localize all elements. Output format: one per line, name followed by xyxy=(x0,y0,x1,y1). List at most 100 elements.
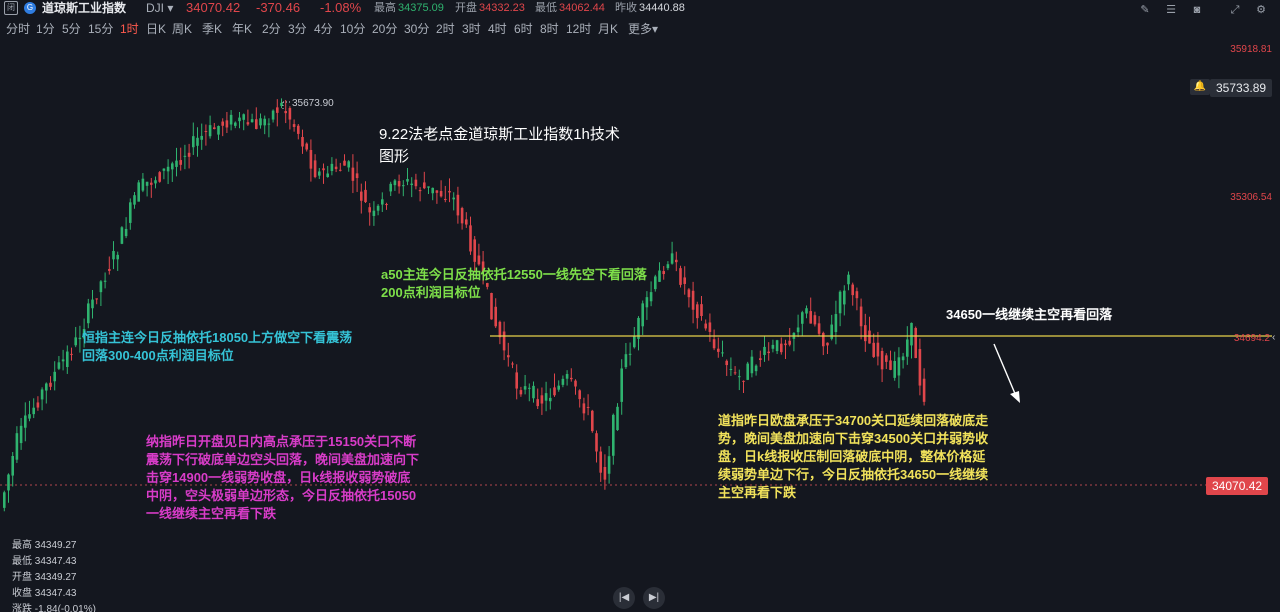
candle-body xyxy=(351,167,355,181)
timeframe-2[interactable]: 5分 xyxy=(62,20,81,38)
candle-body xyxy=(246,122,250,125)
candle-body xyxy=(271,110,275,120)
candle-body xyxy=(784,343,787,346)
candle-body xyxy=(691,290,695,310)
price-axis-top: 35918.81 xyxy=(1230,44,1272,55)
candle-body xyxy=(74,337,77,346)
candle-body xyxy=(418,189,422,192)
candle-body xyxy=(263,118,266,126)
timeframe-8[interactable]: 年K xyxy=(232,20,252,38)
candle-body xyxy=(502,331,506,351)
expand-icon[interactable]: ⤢ xyxy=(1226,2,1244,18)
candle-body xyxy=(712,339,716,349)
window-icon[interactable]: 闭 xyxy=(4,1,18,15)
timeframe-3[interactable]: 15分 xyxy=(88,20,113,38)
candle-body xyxy=(313,160,317,178)
candle-body xyxy=(360,191,363,201)
candle-body xyxy=(213,127,216,130)
timeframe-20[interactable]: 12时 xyxy=(566,20,591,38)
scroll-left-button[interactable]: |◀ xyxy=(613,587,635,609)
symbol-code: DJI xyxy=(146,1,164,15)
timeframe-4[interactable]: 1时 xyxy=(120,20,139,38)
candle-body xyxy=(364,189,367,203)
candle-body xyxy=(893,360,896,378)
axis-caret: ‹ xyxy=(1272,332,1275,343)
timeframe-9[interactable]: 2分 xyxy=(262,20,281,38)
candle-body xyxy=(53,371,56,382)
timeframe-5[interactable]: 日K xyxy=(146,20,166,38)
candle-body xyxy=(662,271,665,275)
timeframe-15[interactable]: 2时 xyxy=(436,20,455,38)
candle-body xyxy=(544,393,548,401)
timeframe-19[interactable]: 8时 xyxy=(540,20,559,38)
timeframe-21[interactable]: 月K xyxy=(598,20,618,38)
settings-icon[interactable]: ⚙ xyxy=(1252,2,1270,18)
timeframe-12[interactable]: 10分 xyxy=(340,20,365,38)
timeframe-22[interactable]: 更多▾ xyxy=(628,20,658,38)
candle-body xyxy=(754,365,758,372)
timeframe-11[interactable]: 4分 xyxy=(314,20,333,38)
candle-body xyxy=(801,312,804,324)
timeframe-13[interactable]: 20分 xyxy=(372,20,397,38)
timeframe-10[interactable]: 3分 xyxy=(288,20,307,38)
candle-body xyxy=(771,344,775,349)
quote-header: 闭 G 道琼斯工业指数 DJI ▾ 34070.42 -370.46 -1.08… xyxy=(0,0,1280,16)
candle-body xyxy=(460,208,464,224)
candle-body xyxy=(66,351,69,368)
scroll-right-button[interactable]: ▶| xyxy=(643,587,665,609)
candle-body xyxy=(158,172,161,182)
layers-icon[interactable]: ☰ xyxy=(1162,2,1180,18)
camera-icon[interactable]: ◙ xyxy=(1188,2,1206,18)
candle-body xyxy=(607,456,611,474)
candle-body xyxy=(137,182,140,202)
candle-body xyxy=(687,289,691,298)
timeframe-16[interactable]: 3时 xyxy=(462,20,481,38)
candle-body xyxy=(7,474,10,491)
timeframe-1[interactable]: 1分 xyxy=(36,20,55,38)
alert-price-label[interactable]: 35733.89 xyxy=(1210,79,1273,97)
candle-body xyxy=(494,306,497,327)
candle-body xyxy=(427,186,430,188)
candle-body xyxy=(385,204,388,206)
candle-body xyxy=(103,280,107,282)
candle-body xyxy=(28,414,31,419)
timeframe-6[interactable]: 周K xyxy=(172,20,192,38)
a50-annotation: a50主连今日反抽依托12550一线先空下看回落 200点利润目标位 xyxy=(381,267,647,300)
candle-body xyxy=(242,114,245,120)
candle-body xyxy=(536,399,539,407)
candle-body xyxy=(540,395,544,404)
candle-body xyxy=(586,406,590,408)
timeframe-7[interactable]: 季K xyxy=(202,20,222,38)
candle-body xyxy=(402,185,405,187)
candle-body xyxy=(221,121,224,126)
candle-body xyxy=(851,284,854,296)
candle-body xyxy=(528,387,531,389)
candle-body xyxy=(309,149,313,169)
candle-body xyxy=(906,339,909,357)
candle-body xyxy=(889,360,892,370)
line-note-annotation: 34650一线继续主空再看回落 xyxy=(946,307,1113,322)
timeframe-14[interactable]: 30分 xyxy=(404,20,429,38)
alert-bell-icon[interactable]: 🔔 xyxy=(1190,79,1210,95)
candle-body xyxy=(696,304,699,319)
candle-body xyxy=(725,360,728,366)
candle-body xyxy=(217,125,220,135)
candle-body xyxy=(284,111,287,114)
high-value: 34375.09 xyxy=(398,2,444,14)
candle-body xyxy=(318,171,321,176)
candle-body xyxy=(183,155,187,157)
symbol-name: 道琼斯工业指数 xyxy=(42,1,127,15)
candle-body xyxy=(561,378,565,385)
candle-body xyxy=(448,191,451,193)
candle-body xyxy=(259,118,262,126)
candle-body xyxy=(519,390,523,395)
candle-body xyxy=(19,425,23,444)
timeframe-0[interactable]: 分时 xyxy=(6,20,30,38)
timeframe-18[interactable]: 6时 xyxy=(514,20,533,38)
down-arrow-head xyxy=(1010,391,1020,403)
candle-body xyxy=(70,353,73,355)
timeframe-17[interactable]: 4时 xyxy=(488,20,507,38)
ohlc-close-value: 34347.43 xyxy=(34,588,77,599)
draw-icon[interactable]: ✎ xyxy=(1136,2,1154,18)
symbol-code-dropdown[interactable]: DJI ▾ xyxy=(146,0,173,16)
